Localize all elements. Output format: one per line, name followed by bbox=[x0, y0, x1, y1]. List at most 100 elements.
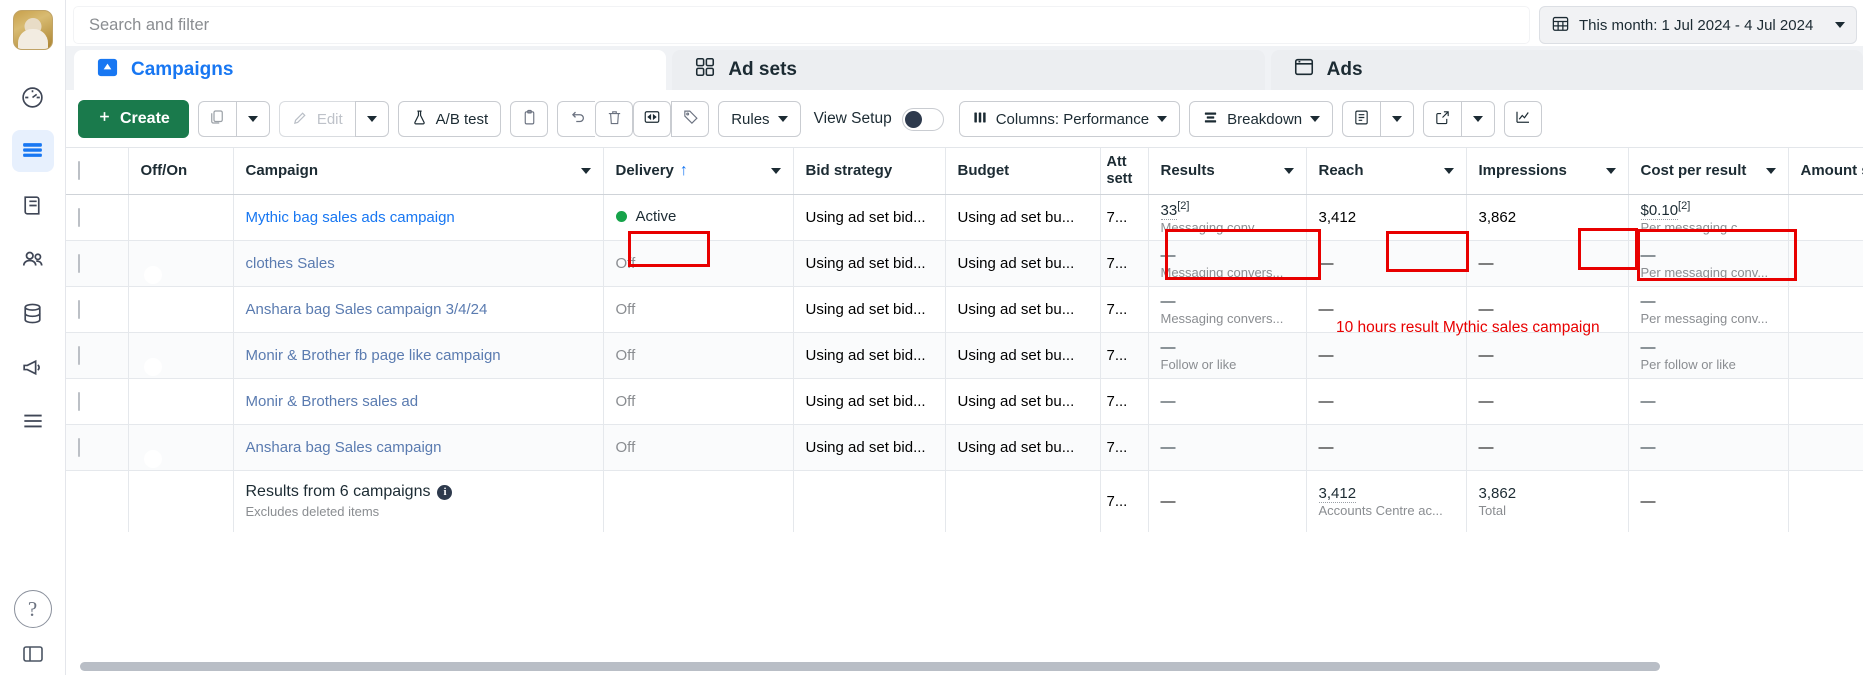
campaign-link[interactable]: Monir & Brother fb page like campaign bbox=[246, 347, 501, 364]
row-checkbox[interactable] bbox=[78, 253, 80, 273]
chevron-down-icon[interactable] bbox=[1765, 167, 1776, 174]
chevron-down-icon[interactable] bbox=[1283, 167, 1294, 174]
sidebar-item-overview[interactable] bbox=[12, 76, 54, 118]
row-checkbox[interactable] bbox=[78, 437, 80, 457]
table-icon bbox=[20, 139, 45, 164]
table-row[interactable]: Monir & Brother fb page like campaign Of… bbox=[66, 332, 1863, 379]
sidebar-item-campaigns[interactable] bbox=[11, 130, 54, 172]
megaphone-icon bbox=[20, 355, 45, 380]
chevron-down-icon[interactable] bbox=[1605, 167, 1616, 174]
campaign-link[interactable]: clothes Sales bbox=[246, 255, 335, 272]
column-header-cost-per-result[interactable]: Cost per result bbox=[1628, 148, 1789, 195]
table-row[interactable]: clothes Sales Off Using ad set bid... Us… bbox=[66, 240, 1863, 287]
select-all-checkbox[interactable] bbox=[78, 161, 80, 181]
ab-test-button[interactable]: A/B test bbox=[397, 101, 502, 137]
cost-per-result-cell: — bbox=[1628, 424, 1789, 471]
summary-empty-cell bbox=[603, 469, 794, 532]
sidebar-item-advertise[interactable] bbox=[12, 346, 54, 388]
column-header-budget[interactable]: Budget bbox=[945, 148, 1101, 195]
table-row[interactable]: Anshara bag Sales campaign Off Using ad … bbox=[66, 424, 1863, 471]
duplicate-button[interactable] bbox=[197, 101, 236, 137]
tab-adsets[interactable]: Ad sets bbox=[672, 50, 1265, 90]
collapse-rail-button[interactable] bbox=[21, 642, 45, 671]
results-cell: — Follow or like bbox=[1148, 332, 1307, 379]
column-label: Att sett bbox=[1106, 154, 1133, 187]
chevron-down-icon[interactable] bbox=[580, 167, 591, 174]
columns-button[interactable]: Columns: Performance bbox=[958, 101, 1181, 137]
row-toggle-cell bbox=[128, 240, 234, 287]
edit-dropdown-button[interactable] bbox=[354, 101, 389, 137]
campaign-link[interactable]: Anshara bag Sales campaign 3/4/24 bbox=[246, 301, 488, 318]
chevron-down-icon[interactable] bbox=[1443, 167, 1454, 174]
column-header-reach[interactable]: Reach bbox=[1306, 148, 1467, 195]
export-button[interactable] bbox=[1423, 101, 1462, 137]
campaign-link[interactable]: Monir & Brothers sales ad bbox=[246, 393, 419, 410]
summary-title-text: Results from 6 campaigns bbox=[245, 483, 431, 501]
chevron-down-icon[interactable] bbox=[770, 167, 781, 174]
column-header-attribution[interactable]: Att sett bbox=[1100, 148, 1149, 195]
row-checkbox[interactable] bbox=[78, 207, 80, 227]
row-checkbox[interactable] bbox=[78, 345, 80, 365]
table-row[interactable]: Monir & Brothers sales ad Off Using ad s… bbox=[66, 378, 1863, 425]
sidebar-item-billing[interactable] bbox=[12, 184, 54, 226]
campaign-link[interactable]: Anshara bag Sales campaign bbox=[246, 439, 442, 456]
scrollbar-track[interactable] bbox=[74, 662, 1797, 671]
charts-button[interactable] bbox=[1504, 101, 1543, 137]
row-checkbox[interactable] bbox=[78, 299, 80, 319]
cpr-value: — bbox=[1640, 246, 1656, 264]
column-label: Budget bbox=[957, 162, 1010, 180]
edit-button[interactable]: Edit bbox=[278, 101, 355, 137]
preview-share-button[interactable] bbox=[633, 101, 672, 137]
campaign-link[interactable]: Mythic bag sales ads campaign bbox=[246, 209, 455, 226]
help-button[interactable]: ? bbox=[13, 590, 52, 628]
scrollbar-thumb[interactable] bbox=[80, 662, 1660, 671]
gauge-icon bbox=[20, 85, 45, 110]
tag-button[interactable] bbox=[671, 101, 710, 137]
copy-button[interactable] bbox=[510, 101, 549, 137]
view-setup-control[interactable]: View Setup bbox=[814, 107, 944, 131]
row-toggle-cell bbox=[128, 286, 234, 333]
column-header-campaign[interactable]: Campaign bbox=[233, 148, 604, 195]
column-header-offon[interactable]: Off/On bbox=[128, 148, 234, 195]
column-header-results[interactable]: Results bbox=[1148, 148, 1307, 195]
row-checkbox[interactable] bbox=[78, 391, 80, 411]
sidebar-item-more[interactable] bbox=[12, 400, 54, 442]
duplicate-dropdown-button[interactable] bbox=[235, 101, 270, 137]
undo-button[interactable] bbox=[557, 101, 596, 137]
avatar[interactable] bbox=[12, 10, 53, 50]
info-icon[interactable]: i bbox=[437, 484, 453, 500]
date-range-picker[interactable]: This month: 1 Jul 2024 - 4 Jul 2024 bbox=[1539, 6, 1857, 44]
campaigns-table-container[interactable]: Off/On Campaign Delivery ↑ Bid strategy … bbox=[66, 147, 1863, 675]
sidebar-item-datasets[interactable] bbox=[12, 292, 54, 334]
view-setup-toggle[interactable] bbox=[901, 107, 944, 131]
tab-ads[interactable]: Ads bbox=[1270, 50, 1863, 90]
column-header-amount-spent[interactable]: Amount spent bbox=[1788, 148, 1863, 195]
summary-empty-cell bbox=[66, 469, 129, 532]
delivery-cell: Off bbox=[603, 286, 794, 333]
reports-button[interactable] bbox=[1342, 101, 1381, 137]
create-button[interactable]: Create bbox=[78, 100, 189, 138]
cpr-value[interactable]: $0.10 bbox=[1640, 201, 1679, 220]
column-header-bid-strategy[interactable]: Bid strategy bbox=[793, 148, 946, 195]
bid-strategy-cell: Using ad set bid... bbox=[793, 332, 946, 379]
horizontal-scrollbar[interactable] bbox=[66, 662, 1863, 672]
rules-button[interactable]: Rules bbox=[718, 101, 801, 137]
tab-campaigns[interactable]: Campaigns bbox=[74, 50, 667, 90]
column-header-delivery[interactable]: Delivery ↑ bbox=[603, 148, 794, 195]
delete-button[interactable] bbox=[595, 101, 634, 137]
campaign-name-cell: Monir & Brother fb page like campaign bbox=[233, 332, 604, 379]
breakdown-button[interactable]: Breakdown bbox=[1189, 101, 1334, 137]
results-value[interactable]: 33 bbox=[1160, 201, 1178, 220]
summary-title: Results from 6 campaigns i bbox=[246, 483, 591, 501]
chevron-down-icon bbox=[1473, 116, 1484, 122]
export-dropdown-button[interactable] bbox=[1461, 101, 1496, 137]
reports-dropdown-button[interactable] bbox=[1380, 101, 1415, 137]
delivery-label: Active bbox=[635, 208, 677, 225]
table-row[interactable]: Mythic bag sales ads campaign Active Usi… bbox=[66, 194, 1863, 241]
search-input[interactable]: Search and filter bbox=[72, 5, 1531, 45]
column-header-impressions[interactable]: Impressions bbox=[1466, 148, 1629, 195]
attribution-cell: 7... bbox=[1100, 424, 1149, 471]
results-cell: — Messaging convers... bbox=[1148, 286, 1307, 333]
reports-group bbox=[1342, 101, 1415, 137]
sidebar-item-audiences[interactable] bbox=[12, 238, 54, 280]
